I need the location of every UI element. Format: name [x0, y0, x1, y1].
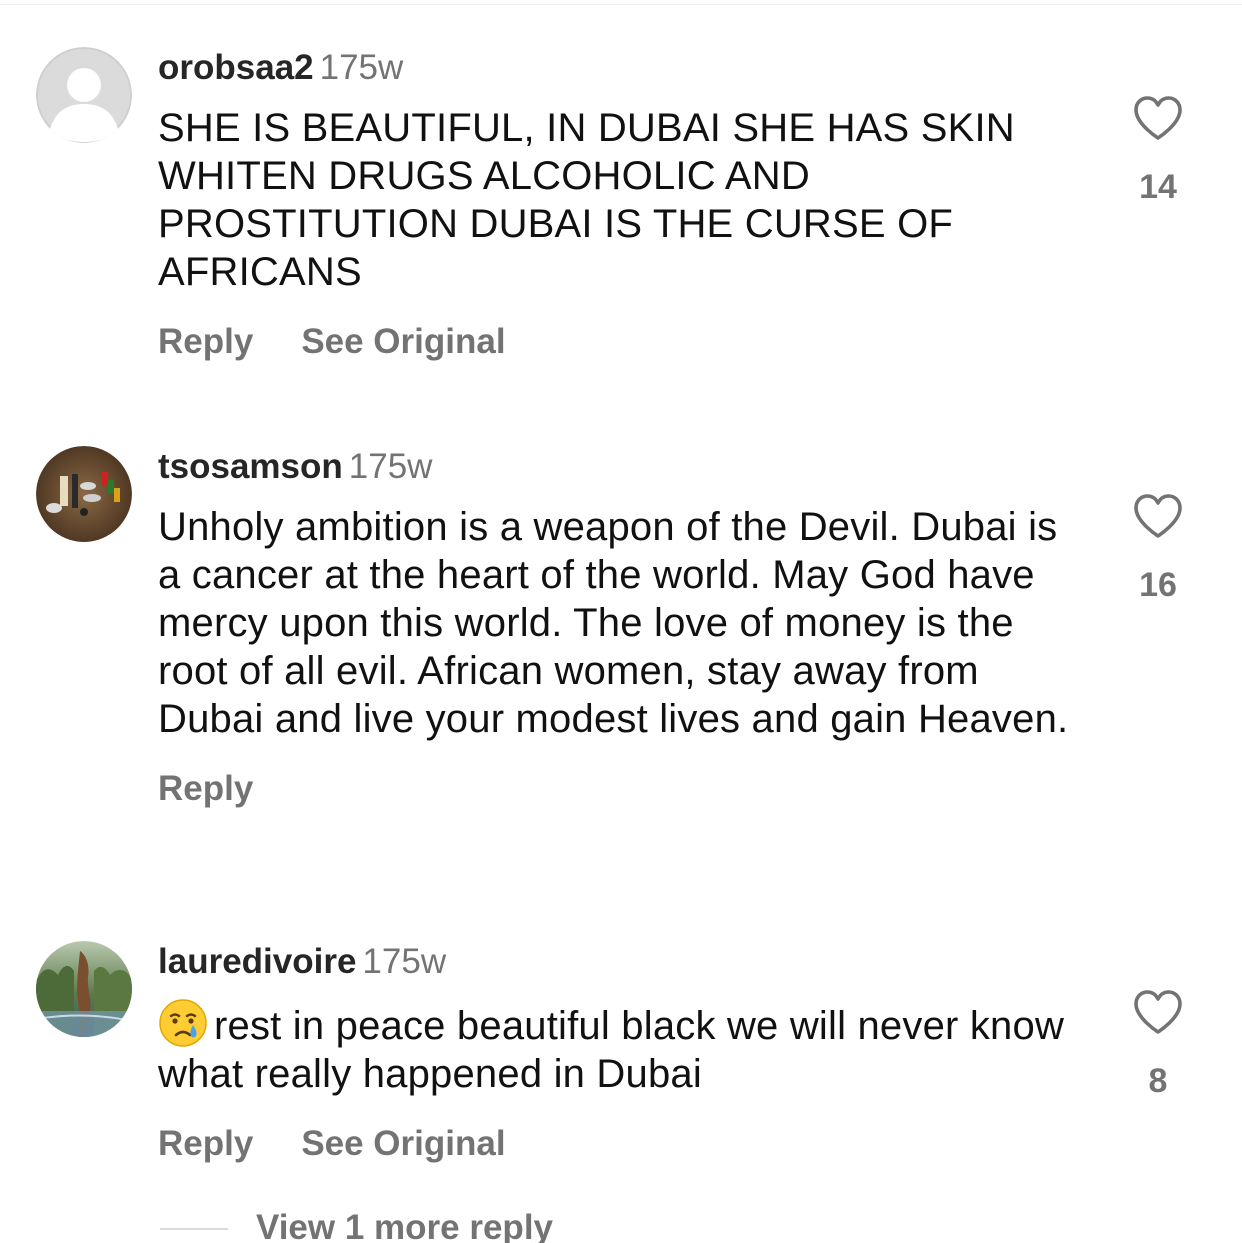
avatar[interactable]: [36, 47, 132, 143]
comment-actions: Reply See Original: [158, 322, 1088, 362]
comment-text: rest in peace beautiful black we will ne…: [158, 998, 1088, 1098]
comment-actions: Reply See Original: [158, 1124, 1088, 1164]
like-count: 16: [1139, 566, 1177, 604]
comment-meta: orobsaa2 175w: [158, 48, 1088, 88]
avatar[interactable]: [36, 941, 132, 1037]
view-more-replies-label[interactable]: View 1 more reply: [256, 1208, 553, 1243]
username[interactable]: lauredivoire: [158, 942, 356, 981]
top-divider: [0, 4, 1242, 5]
heart-icon[interactable]: [1132, 492, 1184, 540]
like-control: 8: [1112, 988, 1204, 1100]
username[interactable]: orobsaa2: [158, 48, 314, 87]
comment-text-content: rest in peace beautiful black we will ne…: [158, 1004, 1065, 1096]
reply-button[interactable]: Reply: [158, 769, 253, 808]
reply-button[interactable]: Reply: [158, 322, 253, 361]
avatar[interactable]: [36, 446, 132, 542]
like-control: 16: [1112, 492, 1204, 604]
comment-actions: Reply: [158, 769, 1088, 809]
photo-avatar: [36, 941, 132, 1037]
comment-text: Unholy ambition is a weapon of the Devil…: [158, 505, 1069, 741]
comment-meta: lauredivoire 175w: [158, 942, 1088, 982]
timestamp: 175w: [348, 447, 433, 486]
crying-face-emoji: [159, 999, 207, 1047]
reply-button[interactable]: Reply: [158, 1124, 253, 1163]
comment-text: SHE IS BEAUTIFUL, IN DUBAI SHE HAS SKIN …: [158, 106, 1015, 294]
like-count: 8: [1148, 1062, 1168, 1100]
see-original-button[interactable]: See Original: [301, 1124, 505, 1163]
comment-meta: tsosamson 175w: [158, 447, 1088, 487]
timestamp: 175w: [362, 942, 447, 981]
photo-avatar: [36, 446, 132, 542]
replies-divider-line: [160, 1228, 228, 1230]
default-profile-icon: [36, 47, 132, 143]
like-control: 14: [1112, 94, 1204, 206]
heart-icon[interactable]: [1132, 988, 1184, 1036]
heart-icon[interactable]: [1132, 94, 1184, 142]
like-count: 14: [1139, 168, 1177, 206]
username[interactable]: tsosamson: [158, 447, 343, 486]
timestamp: 175w: [319, 48, 404, 87]
see-original-button[interactable]: See Original: [301, 322, 505, 361]
